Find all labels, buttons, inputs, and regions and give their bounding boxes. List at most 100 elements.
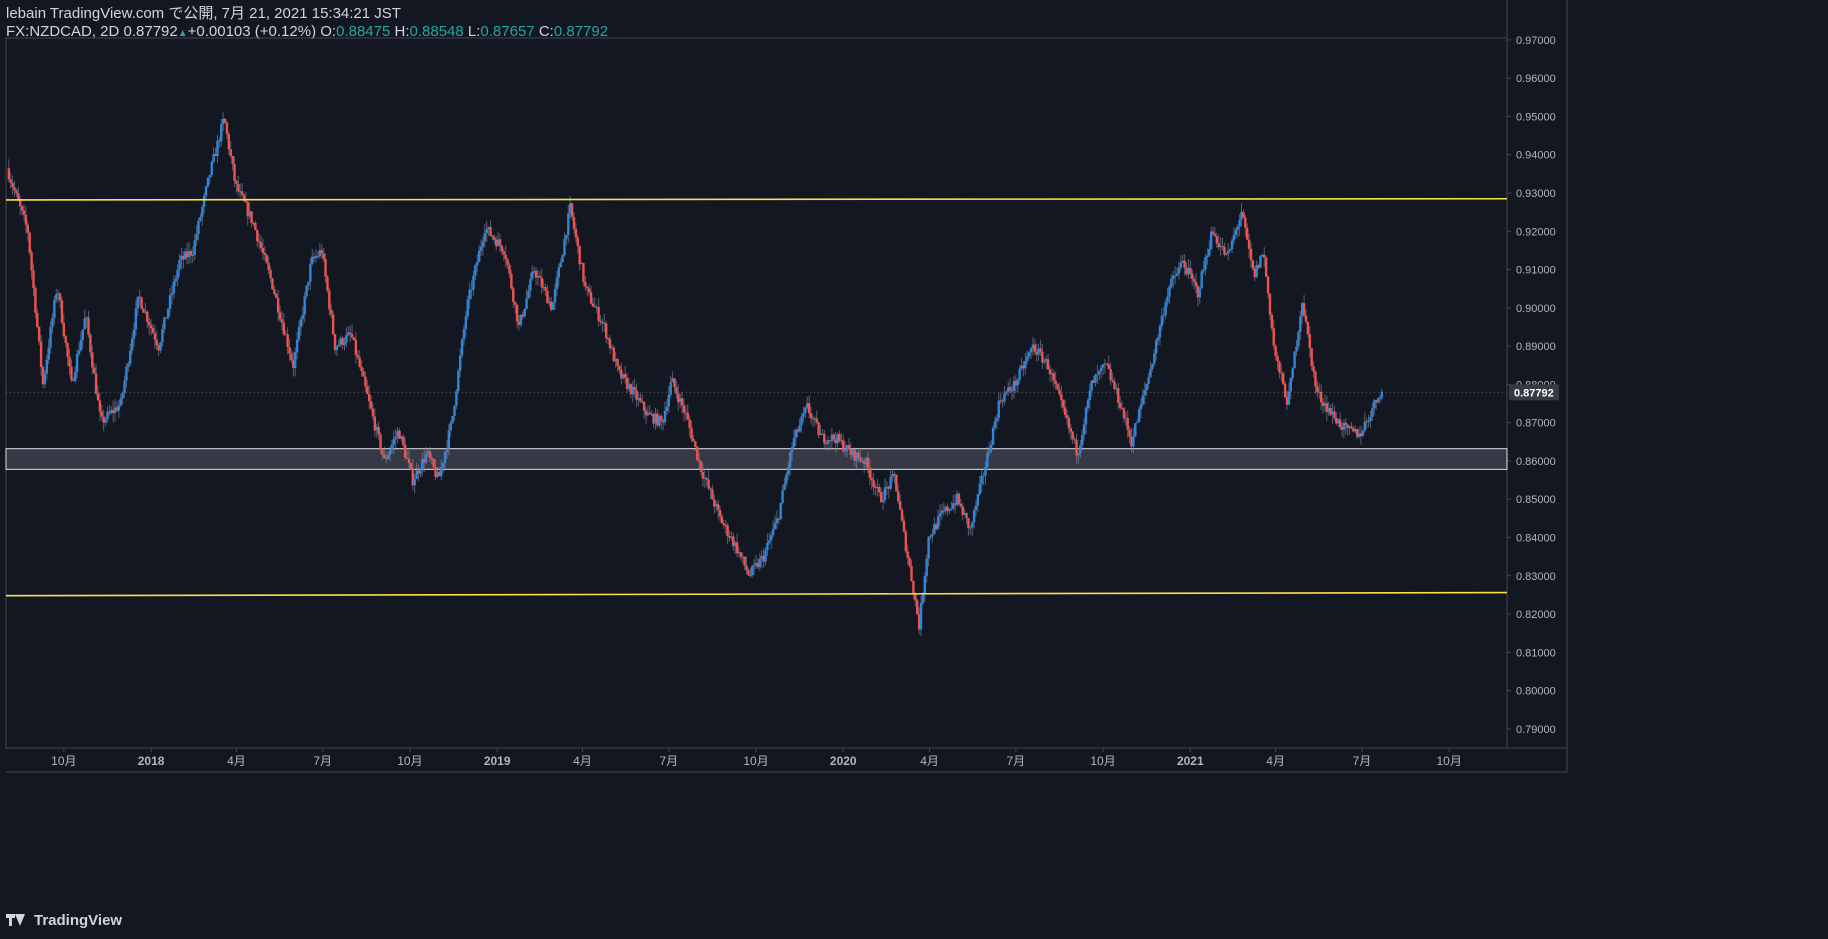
y-tick-label: 0.87000 xyxy=(1516,418,1556,430)
candle-down xyxy=(278,312,282,320)
candle-up xyxy=(1043,361,1046,363)
candle-up xyxy=(1228,249,1232,251)
candle-down xyxy=(959,503,963,507)
y-tick-label: 0.81000 xyxy=(1516,647,1556,659)
candle-up xyxy=(1225,253,1228,255)
candle-down xyxy=(540,277,543,288)
candle-down xyxy=(570,203,574,217)
y-tick-label: 0.92000 xyxy=(1516,226,1556,238)
candle-up xyxy=(129,350,132,364)
candle-up xyxy=(1297,332,1300,347)
candle-down xyxy=(589,292,593,304)
candle-up xyxy=(474,265,477,276)
candle-up xyxy=(783,483,786,491)
price-chart[interactable]: 0.97000 0.96000 0.95000 0.94000 0.93000 0.920… xyxy=(0,0,1828,939)
x-tick-label: 7月 xyxy=(659,754,678,768)
candle-down xyxy=(578,245,581,265)
candle-up xyxy=(299,319,303,328)
candle-down xyxy=(491,235,494,238)
candle-down xyxy=(690,427,693,440)
candle-down xyxy=(405,457,409,459)
candle-up xyxy=(1289,378,1293,392)
candle-up xyxy=(49,327,52,348)
candle-down xyxy=(1308,334,1311,349)
candle-down xyxy=(1282,373,1285,384)
candle-up xyxy=(1158,326,1162,338)
candle-up xyxy=(204,186,208,196)
candle-down xyxy=(280,319,284,323)
candle-up xyxy=(1077,453,1080,456)
candle-down xyxy=(189,250,193,256)
candle-up xyxy=(1029,348,1033,353)
candle-up xyxy=(1234,229,1238,236)
candle-up xyxy=(1204,257,1207,270)
candle-up xyxy=(161,329,164,343)
candle-down xyxy=(60,300,64,323)
candle-down xyxy=(675,387,678,394)
candle-up xyxy=(309,263,312,282)
candle-up xyxy=(773,523,777,529)
candle-down xyxy=(1052,373,1055,381)
candle-down xyxy=(718,509,722,517)
candle-up xyxy=(413,479,416,486)
candle-up xyxy=(178,260,181,270)
candle-up xyxy=(55,294,58,300)
candle-down xyxy=(697,459,701,462)
candle-down xyxy=(904,531,908,552)
candle-up xyxy=(927,536,930,559)
support-zone xyxy=(5,448,1508,470)
candle-up xyxy=(485,229,488,234)
candle-down xyxy=(330,309,333,315)
candle-down xyxy=(1189,267,1192,274)
candle-down xyxy=(1338,419,1342,428)
candle-down xyxy=(686,412,689,420)
candle-down xyxy=(504,254,507,260)
candle-down xyxy=(32,270,35,289)
candle-down xyxy=(498,239,502,246)
candle-down xyxy=(1069,428,1073,432)
candle-down xyxy=(271,278,274,290)
candle-down xyxy=(618,366,621,370)
candle-up xyxy=(559,262,562,268)
candle-down xyxy=(720,516,724,524)
candle-down xyxy=(1283,383,1287,398)
candle-up xyxy=(663,411,667,423)
candle-up xyxy=(74,371,77,381)
candle-down xyxy=(96,393,100,401)
candle-down xyxy=(273,289,276,294)
candle-down xyxy=(699,461,703,472)
candle-up xyxy=(1018,368,1021,380)
y-tick-label: 0.95000 xyxy=(1516,111,1556,123)
candle-up xyxy=(335,346,339,351)
tradingview-logo[interactable]: TradingView xyxy=(6,910,122,930)
candle-up xyxy=(971,522,974,528)
candle-down xyxy=(58,293,62,301)
candle-up xyxy=(1206,255,1209,258)
candle-down xyxy=(24,214,28,225)
candle-up xyxy=(47,347,50,360)
candle-up xyxy=(768,540,771,543)
candle-up xyxy=(1134,423,1137,437)
candle-down xyxy=(254,222,257,230)
candle-down xyxy=(1211,231,1215,234)
candle-down xyxy=(244,200,248,203)
candle-up xyxy=(889,476,892,489)
x-tick-label: 4月 xyxy=(1266,754,1285,768)
candle-down xyxy=(895,474,898,492)
candle-down xyxy=(371,408,375,417)
candle-up xyxy=(925,558,928,577)
candle-down xyxy=(155,339,158,346)
candle-up xyxy=(191,254,194,256)
x-tick-label: 4月 xyxy=(227,754,246,768)
candle-down xyxy=(1056,384,1059,390)
candle-down xyxy=(680,398,684,406)
candle-up xyxy=(1156,337,1160,341)
candle-down xyxy=(229,149,232,156)
candle-down xyxy=(276,297,280,313)
candle-up xyxy=(988,451,991,453)
candle-up xyxy=(170,293,174,296)
candle-down xyxy=(709,488,712,490)
candle-down xyxy=(13,187,16,191)
candle-up xyxy=(921,594,925,603)
candle-up xyxy=(127,363,130,367)
